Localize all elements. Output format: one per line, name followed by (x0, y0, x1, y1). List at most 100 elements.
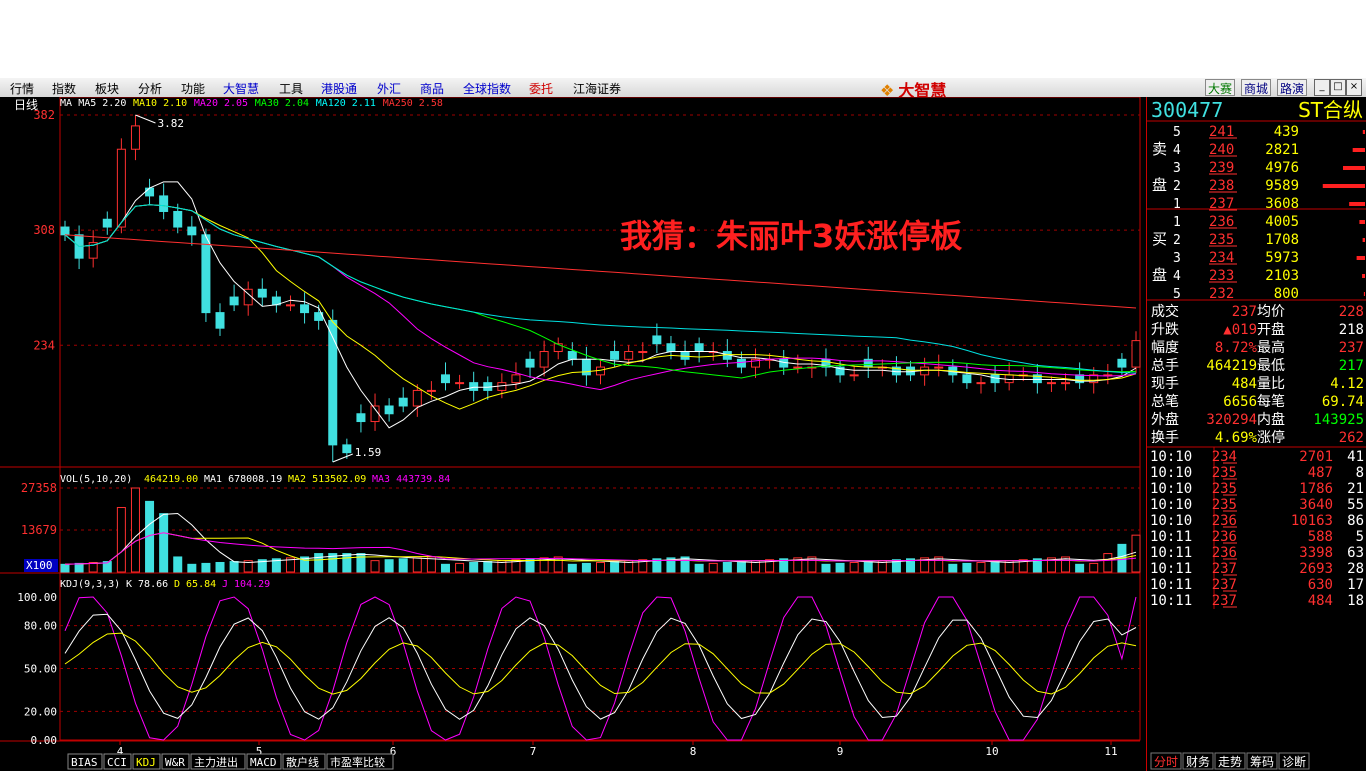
vol-bar-8 (173, 556, 183, 573)
right-tab-label-4[interactable]: 诊断 (1282, 754, 1306, 769)
menu-item-9[interactable]: 商品 (420, 80, 444, 97)
menu-item-7[interactable]: 港股通 (321, 80, 357, 97)
bottom-tab-label-4[interactable]: 主力进出 (194, 755, 238, 769)
menu-item-0[interactable]: 行情 (10, 80, 34, 97)
tick-count-4: 86 (1347, 513, 1364, 529)
menu-item-8[interactable]: 外汇 (377, 80, 401, 97)
kdj-d-line (64, 632, 1137, 695)
sell-vol-1: 3608 (1265, 196, 1299, 212)
tick-count-9: 18 (1347, 593, 1364, 609)
x-tick-8: 8 (690, 745, 697, 758)
bottom-tab-label-0[interactable]: BIAS (71, 756, 98, 769)
bottom-tab-label-2[interactable]: KDJ (136, 756, 156, 769)
right-tab-label-1[interactable]: 财务 (1186, 754, 1210, 769)
tick-vol-7: 2693 (1299, 561, 1333, 577)
candle-11 (215, 312, 225, 329)
candle-44 (680, 351, 690, 360)
sell-side-label-bottom: 盘 (1152, 176, 1167, 194)
vol-bar-46 (708, 562, 718, 573)
menu-item-5[interactable]: 大智慧 (223, 80, 259, 97)
bottom-tab-label-1[interactable]: CCI (107, 756, 127, 769)
sell-vol-3: 4976 (1265, 160, 1299, 176)
tick-time-1: 10:10 (1150, 465, 1192, 481)
vol-bar-21 (356, 553, 366, 573)
right-tab-label-0[interactable]: 分时 (1154, 755, 1178, 769)
candle-7 (159, 195, 169, 212)
sell-vol-4: 2821 (1265, 142, 1299, 158)
menu-item-2[interactable]: 板块 (95, 80, 119, 97)
candle-25 (412, 389, 422, 407)
candle-20 (342, 444, 352, 454)
tick-vol-5: 588 (1308, 529, 1333, 545)
right-tab-label-2[interactable]: 走势 (1218, 755, 1242, 769)
kdj-tick-2: 50.00 (24, 663, 57, 676)
buy-level-2: 2 (1173, 233, 1181, 248)
bottom-tab-label-5[interactable]: MACD (250, 756, 277, 769)
stat-value2-5: 69.74 (1322, 394, 1364, 410)
kdj-header-k: K 78.66 (126, 579, 168, 590)
vol-bar-74 (1103, 553, 1113, 573)
low-label: 1.59 (355, 446, 382, 459)
buy-depth-bar-4 (1362, 274, 1365, 278)
vol-bar-20 (342, 553, 352, 573)
candle-8 (173, 210, 183, 228)
menu-item-10[interactable]: 全球指数 (463, 80, 511, 97)
kline-chart-svg[interactable]: 日线 MA MA5 2.20 MA10 2.10 MA20 2.05 MA30 2.04 M… (0, 97, 1146, 771)
candle-64 (962, 374, 972, 384)
bottom-tab-label-7[interactable]: 市盈率比较 (330, 755, 385, 769)
tick-count-7: 28 (1347, 561, 1364, 577)
kdj-tick-0: 100.00 (17, 591, 57, 604)
vol-bar-27 (440, 563, 450, 573)
tick-time-7: 10:11 (1150, 561, 1192, 577)
candle-41 (638, 351, 648, 354)
minimize-icon[interactable]: _ (1314, 79, 1330, 96)
vol-bar-22 (370, 560, 380, 573)
buy-side-label-top: 买 (1152, 230, 1167, 248)
candle-56 (849, 374, 859, 377)
vol-bar-45 (694, 563, 704, 573)
bottom-tab-label-6[interactable]: 散户线 (286, 755, 319, 769)
tick-count-1: 8 (1356, 465, 1364, 481)
tick-time-6: 10:11 (1150, 545, 1192, 561)
menu-item-3[interactable]: 分析 (138, 80, 162, 97)
tick-time-9: 10:11 (1150, 593, 1192, 609)
candle-45 (694, 343, 704, 353)
right-tab-label-3[interactable]: 筹码 (1250, 755, 1274, 769)
vol-bar-73 (1089, 562, 1099, 573)
sell-level-2: 2 (1173, 179, 1181, 194)
menu-item-11[interactable]: 委托 (529, 80, 553, 97)
top-button-2[interactable]: 路演 (1277, 79, 1308, 96)
menu-item-6[interactable]: 工具 (279, 80, 303, 97)
buy-level-4: 4 (1173, 269, 1181, 284)
kdj-header-label: KDJ(9,3,3) (60, 579, 120, 590)
menu-item-1[interactable]: 指数 (52, 80, 76, 97)
tick-vol-4: 10163 (1291, 513, 1333, 529)
menu-item-12[interactable]: 江海证券 (573, 80, 621, 97)
top-button-0[interactable]: 大赛 (1205, 79, 1236, 96)
stat-value-5: 6656 (1223, 394, 1257, 410)
vol-bar-63 (948, 563, 958, 573)
tick-vol-1: 487 (1308, 465, 1333, 481)
high-label: 3.82 (157, 117, 184, 130)
kdj-tick-1: 80.00 (24, 620, 57, 633)
close-icon[interactable]: × (1346, 79, 1362, 96)
vol-header-ma3: MA3 443739.84 (372, 474, 450, 485)
bottom-tab-label-3[interactable]: W&R (165, 756, 185, 769)
buy-vol-4: 2103 (1265, 268, 1299, 284)
vol-bar-28 (455, 562, 465, 573)
vol-ma-5 (64, 512, 1137, 565)
chart-area[interactable]: 日线 MA MA5 2.20 MA10 2.10 MA20 2.05 MA30 2.04 M… (0, 97, 1146, 771)
top-button-1[interactable]: 商城 (1241, 79, 1272, 96)
vol-bar-12 (229, 561, 239, 573)
stat-label2-1: 开盘 (1257, 321, 1285, 338)
kdj-k-line (64, 613, 1137, 720)
stat-value-0: 237 (1232, 304, 1257, 320)
price-tick-382: 382 (33, 108, 55, 122)
sell-vol-2: 9589 (1265, 178, 1299, 194)
buy-depth-bar-5 (1363, 292, 1365, 296)
stat-value2-0: 228 (1339, 304, 1364, 320)
candle-4 (116, 148, 126, 228)
menu-item-4[interactable]: 功能 (181, 80, 205, 97)
sell-level-3: 3 (1173, 161, 1181, 176)
maximize-icon[interactable]: □ (1330, 79, 1346, 96)
